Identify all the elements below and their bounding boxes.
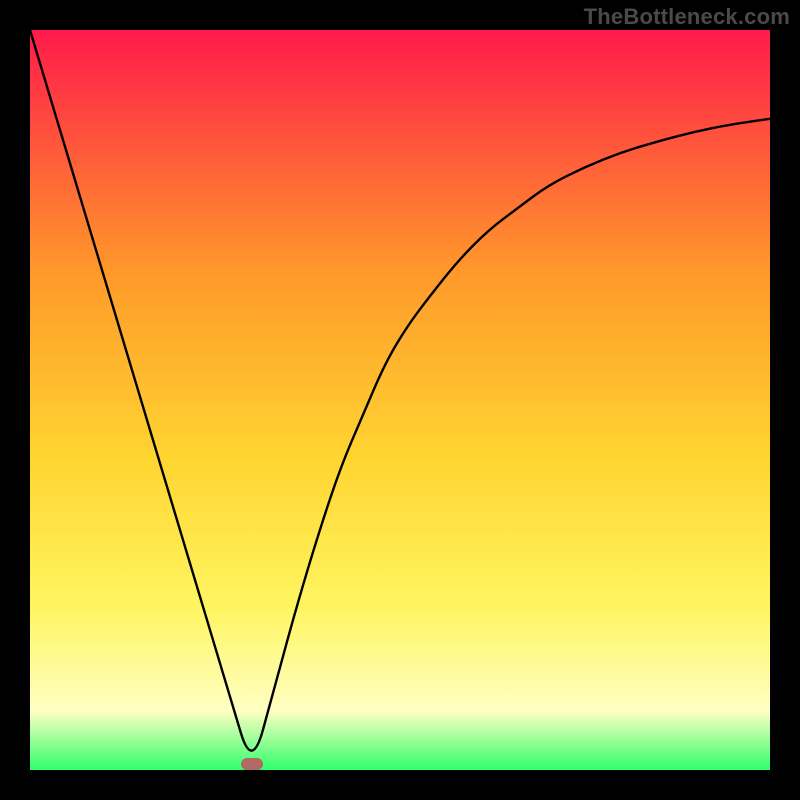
plot-area bbox=[30, 30, 770, 770]
notch-marker bbox=[241, 758, 263, 770]
chart-frame: TheBottleneck.com bbox=[0, 0, 800, 800]
watermark-text: TheBottleneck.com bbox=[584, 4, 790, 30]
bottleneck-curve bbox=[30, 30, 770, 770]
